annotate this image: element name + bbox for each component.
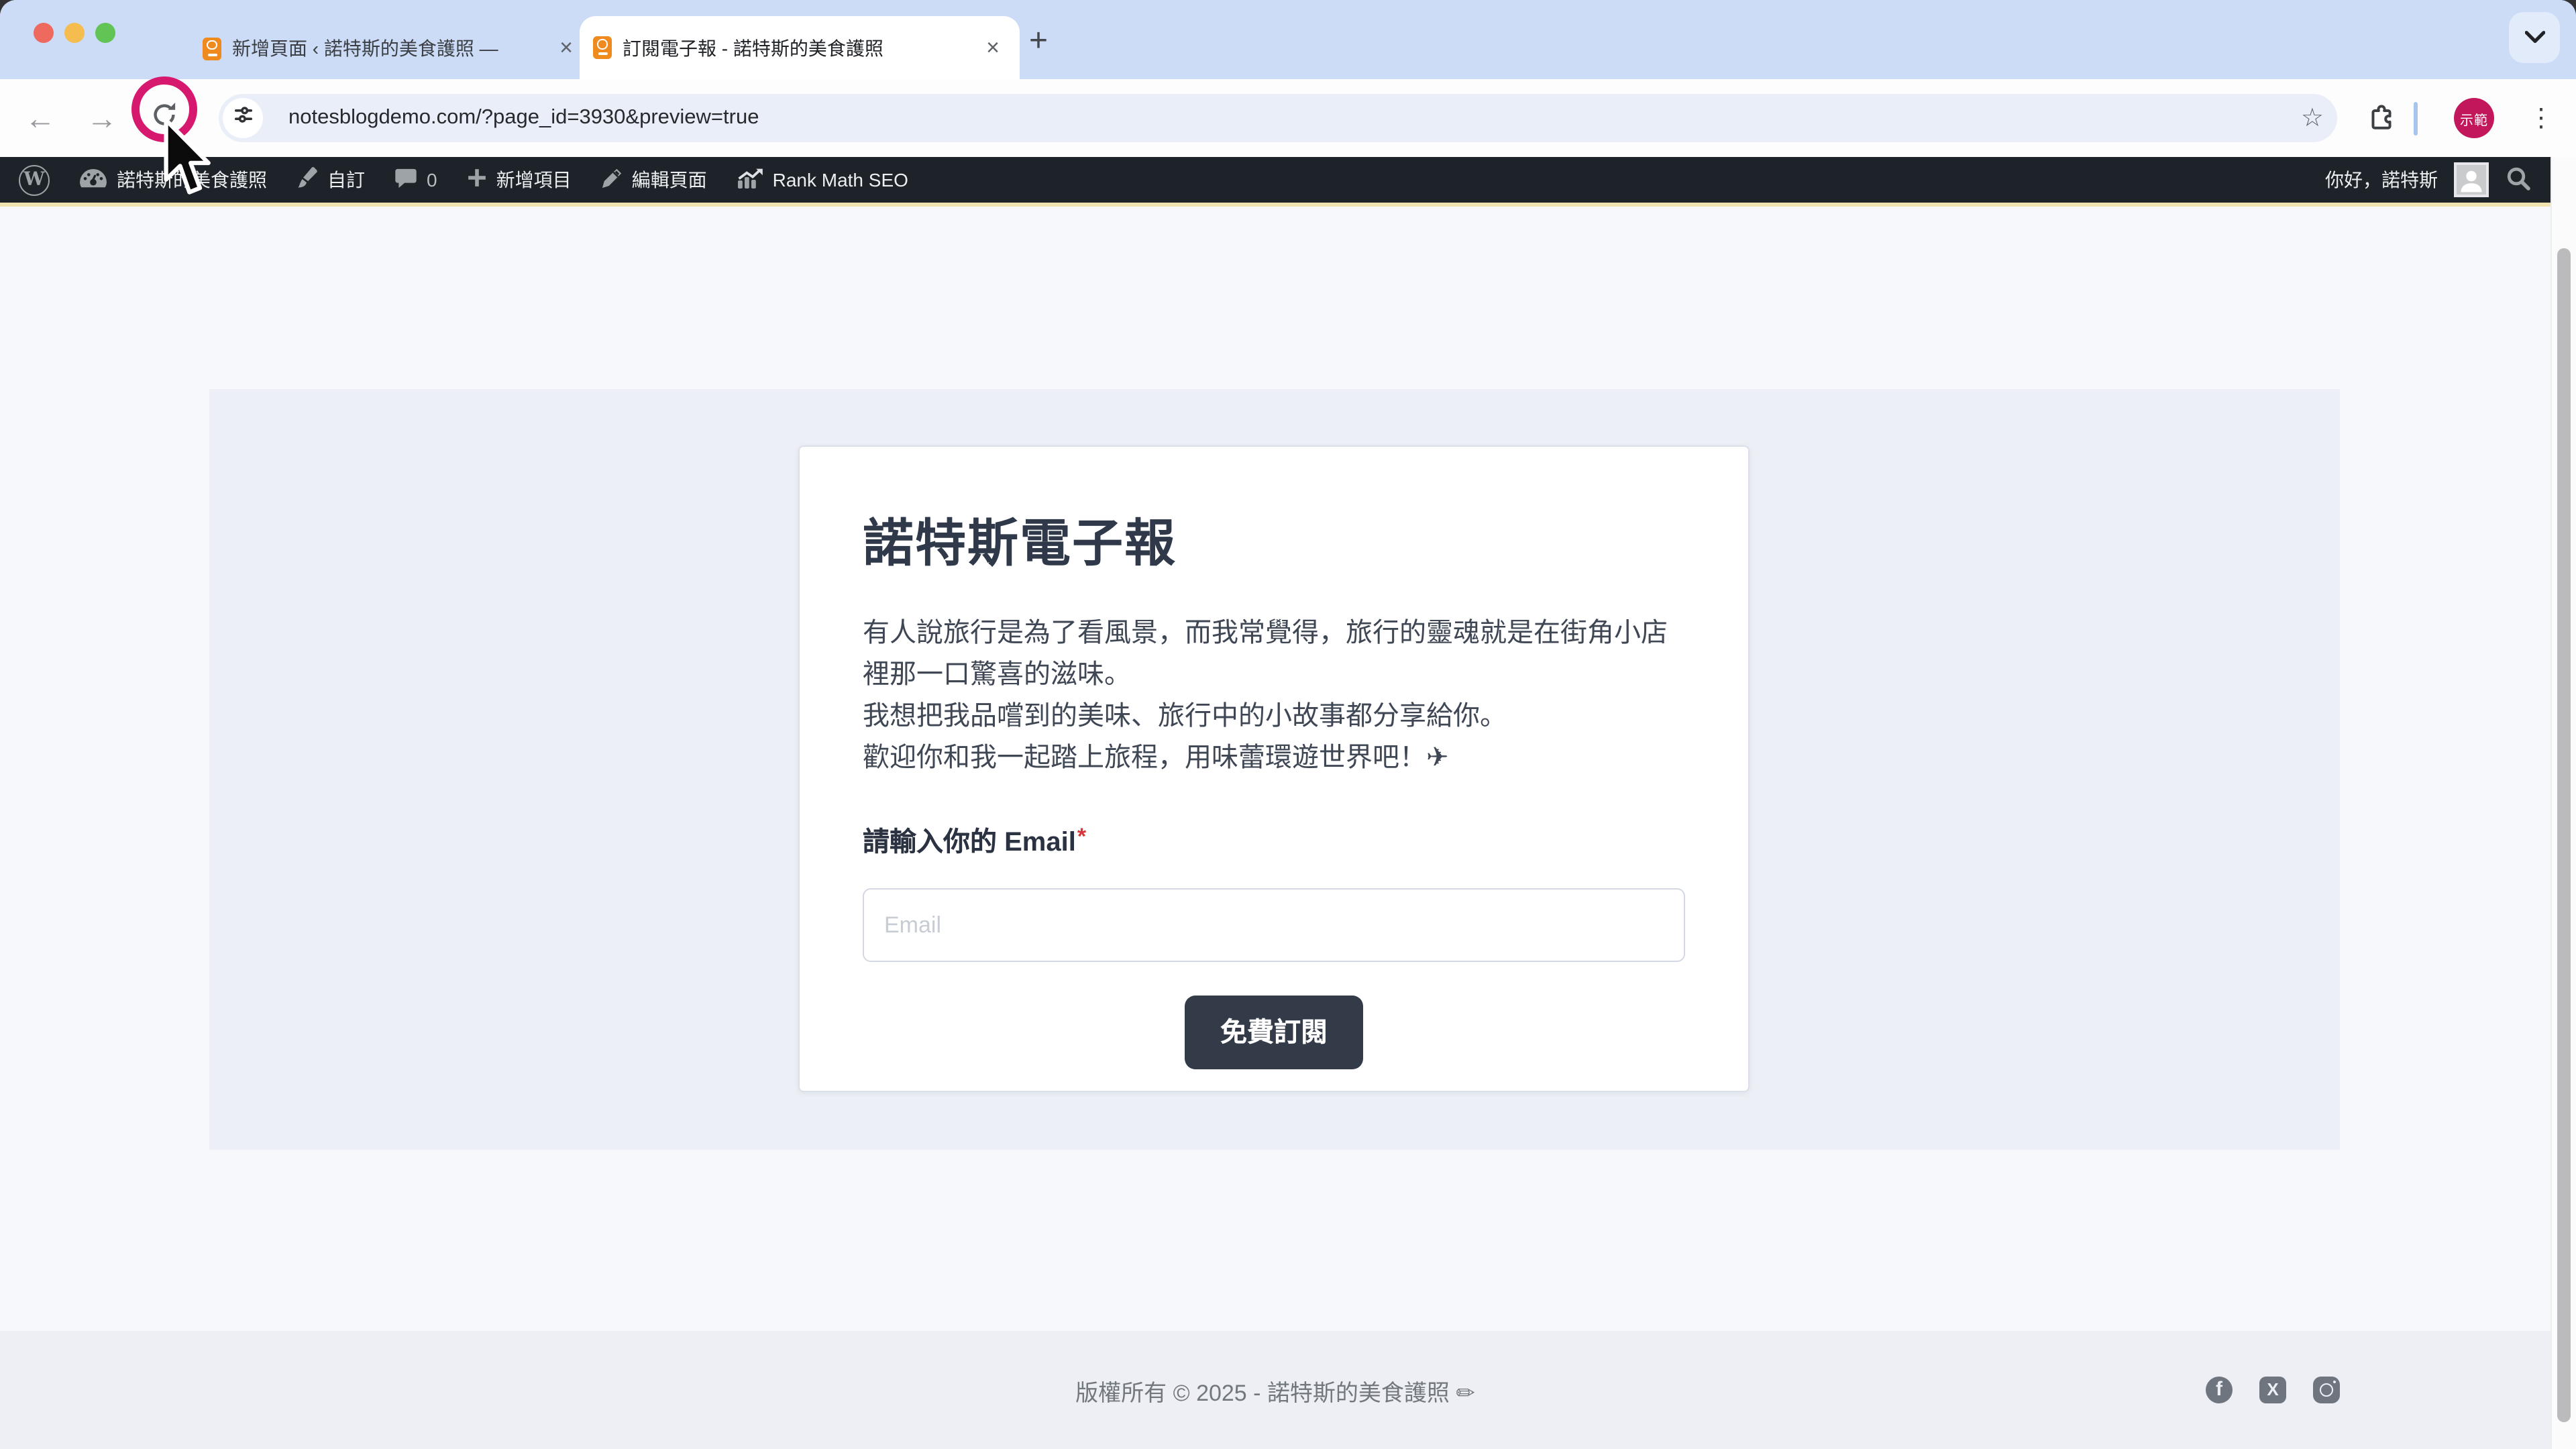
user-avatar[interactable] xyxy=(2454,162,2489,197)
tab-close-button[interactable]: × xyxy=(553,35,580,62)
copyright-text: 版權所有 © 2025 - 諾特斯的美食護照 ✏ xyxy=(0,1331,2551,1449)
description-line: 有人說旅行是為了看風景，而我常覺得，旅行的靈魂就是在街角小店裡那一口驚喜的滋味。 xyxy=(863,613,1685,696)
edit-page-label: 編輯頁面 xyxy=(632,166,707,193)
email-input[interactable] xyxy=(863,888,1685,962)
address-bar[interactable]: notesblogdemo.com/?page_id=3930&preview=… xyxy=(219,94,2337,142)
customize-label: 自訂 xyxy=(327,166,365,193)
screen: 新增頁面 ‹ 諾特斯的美食護照 — × 訂閱電子報 - 諾特斯的美食護照 × +… xyxy=(0,0,2576,1449)
toolbar-divider xyxy=(2414,102,2418,136)
comments-button[interactable]: 0 xyxy=(380,157,452,203)
tab-title: 訂閱電子報 - 諾特斯的美食護照 xyxy=(623,34,969,61)
site-info-button[interactable] xyxy=(223,98,263,138)
comment-icon xyxy=(394,167,417,193)
browser-window: 新增頁面 ‹ 諾特斯的美食護照 — × 訂閱電子報 - 諾特斯的美食護照 × +… xyxy=(0,0,2576,1449)
customize-button[interactable]: 自訂 xyxy=(282,157,380,203)
newsletter-card: 諾特斯電子報 有人說旅行是為了看風景，而我常覺得，旅行的靈魂就是在街角小店裡那一… xyxy=(798,445,1750,1092)
description-line: 歡迎你和我一起踏上旅程，用味蕾環遊世界吧！✈ xyxy=(863,738,1685,780)
wordpress-logo-icon: W xyxy=(19,164,50,195)
scrollbar-track[interactable] xyxy=(2551,157,2576,1449)
tab-strip: 新增頁面 ‹ 諾特斯的美食護照 — × 訂閱電子報 - 諾特斯的美食護照 × + xyxy=(0,0,2576,79)
minimize-window-button[interactable] xyxy=(64,23,85,43)
close-window-button[interactable] xyxy=(34,23,54,43)
new-content-button[interactable]: 新增項目 xyxy=(452,157,586,203)
new-tab-button[interactable]: + xyxy=(1016,19,1061,64)
greeting-text[interactable]: 你好，諾特斯 xyxy=(2325,166,2438,193)
speedometer-icon xyxy=(79,168,107,192)
admin-search-button[interactable] xyxy=(2505,164,2532,195)
tab-close-button[interactable]: × xyxy=(979,34,1006,61)
url-text[interactable]: notesblogdemo.com/?page_id=3930&preview=… xyxy=(288,94,759,142)
description-line: 我想把我品嚐到的美味、旅行中的小故事都分享給你。 xyxy=(863,696,1685,738)
newsletter-section: 諾特斯電子報 有人說旅行是為了看風景，而我常覺得，旅行的靈魂就是在街角小店裡那一… xyxy=(209,389,2340,1150)
site-footer: 版權所有 © 2025 - 諾特斯的美食護照 ✏ f X xyxy=(0,1331,2551,1449)
profile-button[interactable]: 示範 xyxy=(2454,98,2494,138)
x-twitter-icon[interactable]: X xyxy=(2259,1377,2286,1403)
zoom-window-button[interactable] xyxy=(95,23,115,43)
comments-count: 0 xyxy=(427,169,437,191)
paintbrush-icon xyxy=(297,166,318,193)
extensions-button[interactable] xyxy=(2367,103,2396,140)
subscribe-button[interactable]: 免費訂閱 xyxy=(1185,996,1363,1069)
chevron-down-icon xyxy=(2524,25,2544,50)
newsletter-title: 諾特斯電子報 xyxy=(863,502,1685,576)
tab-title: 新增頁面 ‹ 諾特斯的美食護照 — xyxy=(232,35,542,62)
site-favicon-icon xyxy=(203,37,221,60)
browser-toolbar: ← → xyxy=(0,79,2576,157)
facebook-icon[interactable]: f xyxy=(2206,1377,2233,1403)
puzzle-icon xyxy=(2367,115,2396,138)
tab-search-button[interactable] xyxy=(2509,12,2560,63)
newsletter-description: 有人說旅行是為了看風景，而我常覺得，旅行的靈魂就是在街角小店裡那一口驚喜的滋味。… xyxy=(863,613,1685,780)
new-content-label: 新增項目 xyxy=(496,166,572,193)
pencil-icon xyxy=(601,167,623,193)
social-links: f X xyxy=(2206,1331,2340,1449)
forward-button[interactable]: → xyxy=(79,79,125,157)
traffic-lights xyxy=(34,23,115,43)
rank-math-label: Rank Math SEO xyxy=(773,169,908,191)
edit-page-button[interactable]: 編輯頁面 xyxy=(586,157,722,203)
scrollbar-thumb[interactable] xyxy=(2557,248,2571,1422)
seo-chart-icon xyxy=(737,167,763,193)
site-favicon-icon xyxy=(593,36,612,59)
cursor-pointer-icon xyxy=(160,118,211,205)
back-button[interactable]: ← xyxy=(17,79,63,157)
plus-icon xyxy=(467,168,487,192)
rank-math-button[interactable]: Rank Math SEO xyxy=(722,157,923,203)
wp-admin-bar: W 諾特斯的美食護照 xyxy=(0,157,2551,203)
page-content: 諾特斯電子報 有人說旅行是為了看風景，而我常覺得，旅行的靈魂就是在街角小店裡那一… xyxy=(0,207,2551,1449)
email-label: 請輸入你的 Email* xyxy=(863,820,1685,859)
bookmark-star-button[interactable]: ☆ xyxy=(2301,94,2324,142)
menu-button[interactable]: ⋮ xyxy=(2525,79,2557,157)
required-asterisk: * xyxy=(1077,824,1086,849)
tab-new-page[interactable]: 新增頁面 ‹ 諾特斯的美食護照 — × xyxy=(189,17,593,79)
instagram-icon[interactable] xyxy=(2313,1377,2340,1403)
tune-icon xyxy=(233,105,253,131)
tab-subscribe-newsletter[interactable]: 訂閱電子報 - 諾特斯的美食護照 × xyxy=(580,16,1020,79)
wp-logo-button[interactable]: W xyxy=(0,157,64,203)
